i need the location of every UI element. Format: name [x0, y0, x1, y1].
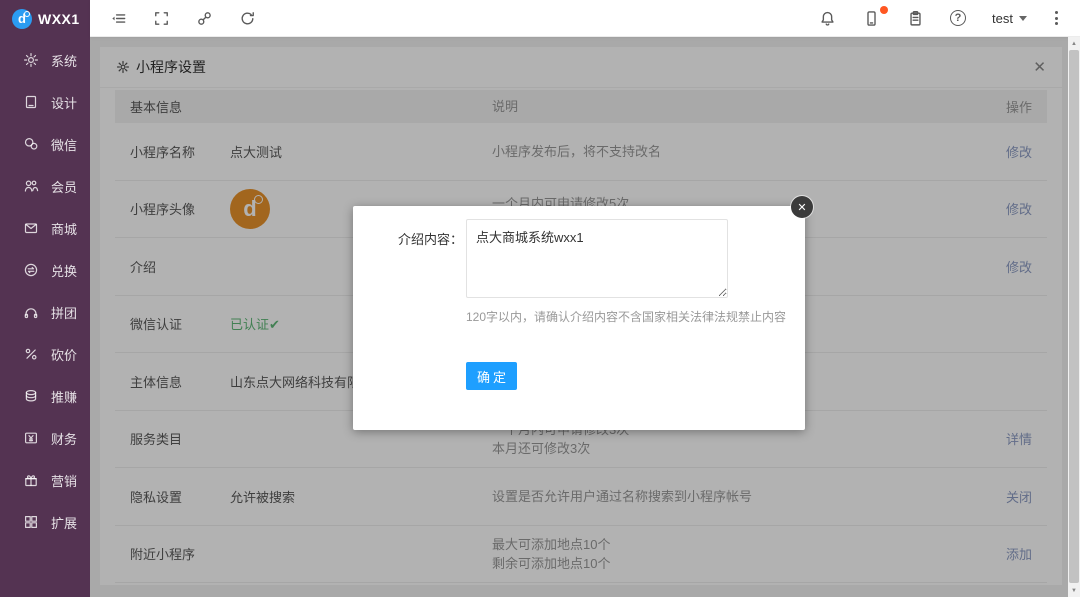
- mall-icon: [23, 220, 39, 236]
- sidebar-item-mall[interactable]: 商城: [0, 207, 90, 249]
- scrollbar-thumb[interactable]: [1069, 50, 1079, 583]
- tablet-icon: [23, 94, 39, 110]
- refresh-icon[interactable]: [238, 9, 256, 27]
- intro-hint-text: 120字以内，请确认介绍内容不含国家相关法律法规禁止内容: [466, 308, 786, 325]
- sidebar-item-marketing[interactable]: 营销: [0, 459, 90, 501]
- sidebar-item-members[interactable]: 会员: [0, 165, 90, 207]
- topbar: ? test: [90, 0, 1080, 37]
- bargain-icon: [23, 346, 39, 362]
- sidebar-item-wechat[interactable]: 微信: [0, 123, 90, 165]
- grid-icon: [23, 514, 39, 530]
- sidebar-item-label: 商城: [51, 219, 77, 238]
- sidebar-item-label: 营销: [51, 471, 77, 490]
- more-options-icon[interactable]: [1053, 9, 1060, 27]
- notification-bell-icon[interactable]: [818, 9, 836, 27]
- app-logo: d WXX1: [0, 0, 90, 37]
- collapse-sidebar-icon[interactable]: [109, 9, 127, 27]
- username: test: [992, 11, 1013, 26]
- users-icon: [23, 178, 39, 194]
- group-buy-icon: [23, 304, 39, 320]
- sidebar: d WXX1 系统 设计 微信 会员 商城 兑换 拼团: [0, 0, 90, 597]
- money-icon: [23, 430, 39, 446]
- sidebar-item-label: 推赚: [51, 387, 77, 406]
- dialog-close-icon[interactable]: ✕: [791, 196, 813, 218]
- sidebar-item-label: 系统: [51, 51, 77, 70]
- sidebar-item-extension[interactable]: 扩展: [0, 501, 90, 543]
- gear-icon: [23, 52, 39, 68]
- sidebar-item-label: 扩展: [51, 513, 77, 532]
- gift-icon: [23, 472, 39, 488]
- sidebar-menu: 系统 设计 微信 会员 商城 兑换 拼团 砍价: [0, 37, 90, 543]
- sidebar-item-finance[interactable]: 财务: [0, 417, 90, 459]
- exchange-icon: [23, 262, 39, 278]
- user-menu[interactable]: test: [992, 11, 1027, 26]
- fullscreen-icon[interactable]: [152, 9, 170, 27]
- intro-edit-dialog: ✕ 介绍内容： 点大商城系统wxx1 120字以内，请确认介绍内容不含国家相关法…: [353, 206, 805, 430]
- clipboard-icon[interactable]: [906, 9, 924, 27]
- chevron-down-icon: [1019, 16, 1027, 21]
- link-icon[interactable]: [195, 9, 213, 27]
- sidebar-item-label: 拼团: [51, 303, 77, 322]
- brand-logo-icon: d: [12, 9, 32, 29]
- sidebar-item-label: 会员: [51, 177, 77, 196]
- sidebar-item-label: 兑换: [51, 261, 77, 280]
- intro-content-label: 介绍内容：: [391, 229, 463, 248]
- sidebar-item-design[interactable]: 设计: [0, 81, 90, 123]
- sidebar-item-label: 设计: [51, 93, 77, 112]
- intro-content-textarea[interactable]: 点大商城系统wxx1: [466, 219, 728, 298]
- sidebar-item-label: 微信: [51, 135, 77, 154]
- scroll-down-arrow[interactable]: ▼: [1068, 584, 1080, 597]
- topbar-left-tools: [90, 9, 256, 27]
- brand-name: WXX1: [38, 11, 80, 27]
- sidebar-item-system[interactable]: 系统: [0, 39, 90, 81]
- scroll-up-arrow[interactable]: ▲: [1068, 37, 1080, 50]
- coins-icon: [23, 388, 39, 404]
- wechat-icon: [23, 136, 39, 152]
- vertical-scrollbar: ▲ ▼: [1068, 37, 1080, 597]
- help-icon[interactable]: ?: [950, 10, 966, 26]
- sidebar-item-label: 砍价: [51, 345, 77, 364]
- sidebar-item-commission[interactable]: 推赚: [0, 375, 90, 417]
- notification-red-dot: [880, 6, 888, 14]
- sidebar-item-bargain[interactable]: 砍价: [0, 333, 90, 375]
- confirm-button[interactable]: 确定: [466, 362, 517, 390]
- topbar-right-tools: ? test: [818, 9, 1080, 27]
- sidebar-item-groupbuy[interactable]: 拼团: [0, 291, 90, 333]
- sidebar-item-label: 财务: [51, 429, 77, 448]
- sidebar-item-exchange[interactable]: 兑换: [0, 249, 90, 291]
- mobile-preview-icon[interactable]: [862, 9, 880, 27]
